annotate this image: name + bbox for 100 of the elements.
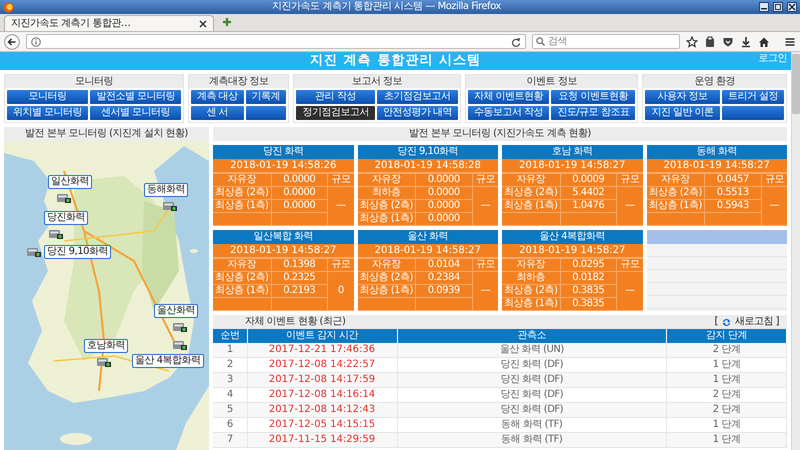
cell-value: 0.0295 — [560, 258, 616, 272]
timestamp: 2018-01-19 14:58:26 — [213, 159, 354, 173]
map-marker-label[interactable]: 울산화력 — [154, 304, 198, 318]
window-title: 지진가속도 계측기 통합관리 시스템 — Mozilla Firefox — [271, 1, 502, 13]
scale-label: 규모 — [761, 174, 787, 186]
timestamp: 2018-01-19 14:58:27 — [358, 244, 498, 258]
cell-value: 0.0182 — [560, 272, 616, 284]
search-icon — [536, 37, 545, 46]
map-marker-label[interactable]: 일산화력 — [48, 175, 92, 189]
refresh-link[interactable]: [ 새로고침 ] — [714, 316, 779, 328]
menu-button[interactable]: 안전성평가 내역 — [376, 106, 458, 120]
table-cell: 2 단계 — [666, 402, 786, 418]
menu-button[interactable]: 진도/규모 참조표 — [551, 106, 636, 120]
bookmark-star-icon[interactable] — [686, 36, 698, 48]
column-header: 관측소 — [397, 329, 666, 343]
cell-value: 0.0000 — [271, 200, 328, 212]
cell-value: 0.0104 — [416, 258, 472, 272]
table-cell: 7 — [213, 432, 247, 448]
cell-label: 자유장 — [502, 174, 560, 186]
scale-label: 규모 — [472, 174, 498, 186]
cell-value: 0.0000 — [416, 200, 472, 212]
timestamp: 2018-01-19 14:58:27 — [213, 244, 354, 258]
cell-value: 0.0000 — [271, 186, 328, 200]
menu-button[interactable]: 수동보고서 작성 — [468, 106, 550, 120]
menu-button[interactable]: 위치별 모니터링 — [7, 106, 88, 120]
menu-button[interactable]: 사용자 정보 — [645, 90, 720, 104]
menu-icon[interactable] — [784, 36, 796, 48]
menu-button[interactable]: 트리거 설정 — [722, 90, 784, 104]
sensor-station-icon[interactable] — [48, 227, 64, 240]
menu-button[interactable]: 관리 작성 — [296, 90, 375, 104]
panel-title: 발전 본부 모니터링 (지진계 설치 현황) — [4, 127, 209, 141]
table-cell: 2 단계 — [666, 343, 786, 358]
menu-button[interactable]: 요청 이벤트현황 — [551, 90, 636, 104]
timestamp: 2018-01-19 14:58:28 — [358, 159, 498, 173]
station-name: 울산 4복합화력 — [502, 230, 642, 244]
blank-button[interactable] — [246, 106, 286, 120]
table-cell: 동해 화력 (TF) — [397, 432, 666, 448]
close-icon[interactable] — [199, 20, 207, 28]
cell-label: 최상층 (1측) — [213, 200, 271, 212]
cell-label: 자유장 — [646, 174, 704, 186]
column-header: 이벤트 감지 시간 — [247, 329, 397, 343]
map-marker-label[interactable]: 동해화력 — [144, 183, 188, 197]
column-header: 순번 — [213, 329, 247, 343]
menu-button[interactable]: 센 서 — [190, 106, 244, 120]
menu-button[interactable]: 초기점검보고서 — [376, 90, 458, 104]
cell-value: 0.2325 — [271, 272, 328, 284]
cell-label: 최하층 — [502, 272, 560, 284]
sensor-station-icon[interactable] — [162, 199, 178, 212]
new-tab-icon[interactable] — [222, 17, 232, 27]
shield-icon[interactable] — [722, 36, 734, 48]
menu-button[interactable]: 발전소별 모니터링 — [90, 90, 181, 104]
scale-label: 규모 — [616, 258, 642, 272]
cell-value: 0.0000 — [416, 186, 472, 200]
menu-button[interactable]: 계측 대상 — [190, 90, 244, 104]
menu-button[interactable]: 모니터링 — [7, 90, 88, 104]
menu-button[interactable]: 기록계 — [246, 90, 286, 104]
menu-button[interactable]: 정기점검보고서 — [296, 106, 375, 120]
info-icon[interactable] — [31, 36, 41, 46]
map-marker-label[interactable]: 당진화력 — [44, 211, 88, 225]
table-cell: 2017-11-15 14:29:59 — [247, 432, 397, 448]
home-icon[interactable] — [758, 36, 770, 48]
back-icon[interactable] — [4, 34, 20, 50]
page-title: 지진 계측 통합관리 시스템 — [310, 53, 481, 69]
refresh-icon[interactable] — [722, 318, 731, 326]
cell-value: 0.3835 — [560, 298, 616, 310]
menu-group-title: 보고서 정보 — [294, 75, 460, 88]
sensor-station-icon[interactable] — [26, 245, 42, 258]
sensor-station-icon[interactable] — [172, 320, 188, 333]
cell-value: 0.0939 — [416, 284, 472, 298]
map-marker-label[interactable]: 당진 9,10화력 — [44, 245, 111, 259]
url-field[interactable] — [26, 34, 526, 49]
station-name: 호남 화력 — [502, 145, 642, 159]
menu-button[interactable]: 지진 일반 이론 — [645, 106, 720, 120]
scrollbar[interactable] — [791, 52, 800, 450]
menu-group-title: 계측대장 정보 — [188, 75, 288, 88]
cell-value: 0.0457 — [704, 174, 761, 186]
cell-label: 최상층 (1측) — [502, 200, 560, 212]
cell-label: 최상층 (2측) — [502, 186, 560, 200]
menu-button[interactable]: 센서별 모니터링 — [90, 106, 181, 120]
sensor-station-icon[interactable] — [172, 338, 188, 351]
browser-tab[interactable]: 지진가속도 계측기 통합관… — [4, 15, 214, 31]
sensor-station-icon[interactable] — [56, 191, 72, 204]
sensor-station-icon[interactable] — [96, 355, 112, 368]
cell-label: 최상층 (2측) — [502, 284, 560, 298]
download-icon[interactable] — [740, 36, 752, 48]
map-marker-label[interactable]: 울산 4복합화력 — [132, 354, 204, 368]
cell-value: 0.3835 — [560, 284, 616, 298]
reload-icon[interactable] — [511, 36, 521, 46]
menu-button[interactable]: 자체 이벤트현황 — [468, 90, 550, 104]
table-cell: 당진 화력 (DF) — [397, 402, 666, 418]
map-marker-label[interactable]: 호남화력 — [84, 339, 128, 353]
cell-value: 0.5513 — [704, 186, 761, 200]
cell-label: 최상층 (1측) — [213, 284, 271, 298]
timestamp: 2018-01-19 14:58:27 — [646, 159, 787, 173]
cell-label: 자유장 — [358, 174, 416, 186]
timestamp: 2018-01-19 14:58:27 — [502, 159, 642, 173]
search-field[interactable]: 검색 — [532, 34, 680, 49]
scale-label: 규모 — [328, 258, 354, 272]
table-cell: 5 — [213, 402, 247, 418]
clipboard-icon[interactable] — [704, 36, 716, 48]
